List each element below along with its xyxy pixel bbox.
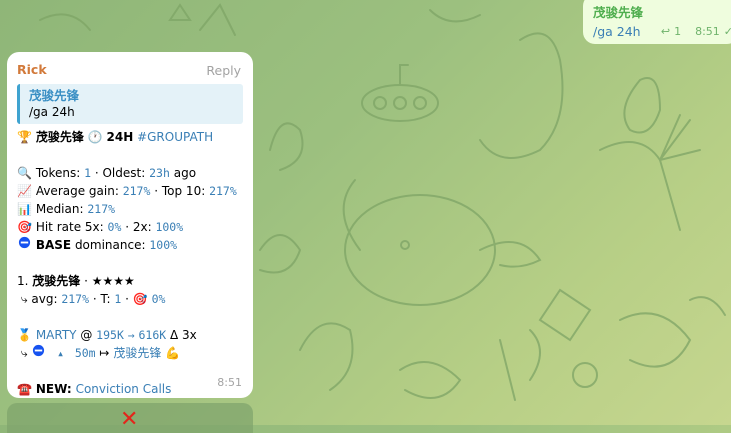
maps-to-icon: ↦: [99, 346, 110, 360]
rank-name: 茂骏先锋: [32, 274, 81, 288]
subitem-arrow-icon: ⤷: [17, 346, 28, 360]
base-chain-icon: [17, 236, 32, 254]
hashtag-link[interactable]: #GROUPATH: [137, 130, 213, 144]
tokens-value: 1: [84, 166, 92, 180]
flexed-biceps-icon: 💪: [165, 346, 181, 360]
hitrate2-label: · 2x:: [125, 220, 152, 234]
rank-stars: · ★★★★: [84, 274, 135, 288]
rank-index: 1.: [17, 274, 29, 288]
token-link[interactable]: MARTY: [36, 328, 77, 342]
caller-link[interactable]: 茂骏先锋: [113, 346, 161, 360]
hitrate-label: Hit rate 5x:: [35, 220, 104, 234]
oldest-value: 23h: [149, 166, 170, 180]
hitrate5-value: 0%: [107, 220, 122, 234]
subitem-arrow-icon: ⤷: [17, 292, 28, 306]
avg-value: 217%: [122, 184, 151, 198]
new-label: NEW:: [35, 382, 72, 396]
rank-avg-label: avg:: [31, 292, 58, 306]
call-detail-row: ⤷ ▴ 50m ↦ 茂骏先锋 💪: [17, 344, 243, 362]
base-label: BASE: [35, 238, 72, 252]
base-value: 100%: [149, 238, 178, 252]
reply-arrow-icon: ↩: [660, 25, 671, 38]
median-label: Median:: [35, 202, 84, 216]
tokens-row: 🔍 Tokens: 1 · Oldest: 23h ago: [17, 164, 243, 182]
quoted-text: /ga 24h: [29, 105, 75, 119]
median-value: 217%: [87, 202, 116, 216]
incoming-message-bubble[interactable]: Rick Reply 茂骏先锋 /ga 24h 🏆 茂骏先锋 🕐 24H #GR…: [7, 52, 253, 398]
gold-medal-icon: 🥇: [17, 328, 32, 342]
rank-t-label: · T:: [92, 292, 111, 306]
clock-icon: 🕐: [87, 130, 103, 144]
outgoing-sender-name: 茂骏先锋: [593, 5, 644, 20]
outgoing-message-meta: ↩ 1 8:51 ✓: [661, 25, 731, 38]
magnifier-icon: 🔍: [17, 166, 32, 180]
base-chain-icon: [31, 344, 46, 362]
replies-count[interactable]: 1: [674, 25, 681, 38]
rank-hit-value: 0%: [151, 292, 166, 306]
quoted-reply[interactable]: 茂骏先锋 /ga 24h: [17, 84, 243, 124]
cross-mark-icon: ✕: [120, 407, 139, 432]
direct-hit-icon: 🎯: [17, 220, 32, 234]
read-check-icon: ✓: [723, 25, 731, 38]
quoted-author: 茂骏先锋: [29, 88, 80, 103]
median-row: 📊 Median: 217%: [17, 200, 243, 218]
trophy-icon: 🏆: [17, 130, 32, 144]
hitrate2-value: 100%: [155, 220, 184, 234]
rank-item: 1. 茂骏先锋 · ★★★★: [17, 272, 243, 290]
call-from-mcap: 195K: [96, 328, 124, 342]
base-suffix: dominance:: [74, 238, 146, 252]
message-time: 8:51: [217, 376, 242, 389]
oldest-suffix: ago: [173, 166, 197, 180]
rank-separator: ·: [125, 292, 129, 306]
rank-t-value: 1: [114, 292, 122, 306]
telephone-icon: ☎️: [17, 382, 32, 396]
base-dominance-row: BASE dominance: 100%: [17, 236, 243, 254]
top10-value: 217%: [209, 184, 237, 198]
reply-button[interactable]: Reply: [206, 62, 241, 80]
arrow-right-icon: →: [127, 328, 135, 342]
group-name: 茂骏先锋: [35, 130, 84, 144]
report-header: 🏆 茂骏先锋 🕐 24H #GROUPATH: [17, 128, 243, 146]
rank-avg-value: 217%: [61, 292, 90, 306]
call-delta: Δ 3x: [170, 328, 197, 342]
call-age: 50m: [74, 346, 96, 360]
rank-stats-row: ⤷ avg: 217% · T: 1 · 🎯 0%: [17, 290, 243, 308]
direct-hit-icon: 🎯: [132, 292, 148, 306]
new-feature-row: ☎️ NEW: Conviction Calls: [17, 380, 243, 398]
triangle-up-icon: ▴: [50, 346, 71, 360]
hit-rate-row: 🎯 Hit rate 5x: 0% · 2x: 100%: [17, 218, 243, 236]
call-row: 🥇 MARTY @ 195K → 616K Δ 3x: [17, 326, 243, 344]
chart-increasing-icon: 📈: [17, 184, 32, 198]
avg-label: Average gain:: [35, 184, 119, 198]
call-at: @: [80, 328, 93, 342]
conviction-calls-link[interactable]: Conviction Calls: [76, 382, 172, 396]
command-link[interactable]: /ga 24h: [593, 24, 641, 39]
tokens-label: Tokens:: [35, 166, 81, 180]
call-to-mcap: 616K: [138, 328, 167, 342]
bar-chart-icon: 📊: [17, 202, 32, 216]
oldest-label: · Oldest:: [94, 166, 146, 180]
outgoing-time: 8:51: [695, 25, 720, 38]
outgoing-message-bubble[interactable]: 茂骏先锋 /ga 24h ↩ 1 8:51 ✓: [583, 0, 731, 44]
average-gain-row: 📈 Average gain: 217% · Top 10: 217%: [17, 182, 243, 200]
top10-label: · Top 10:: [154, 184, 206, 198]
period-label: 24H: [106, 130, 134, 144]
